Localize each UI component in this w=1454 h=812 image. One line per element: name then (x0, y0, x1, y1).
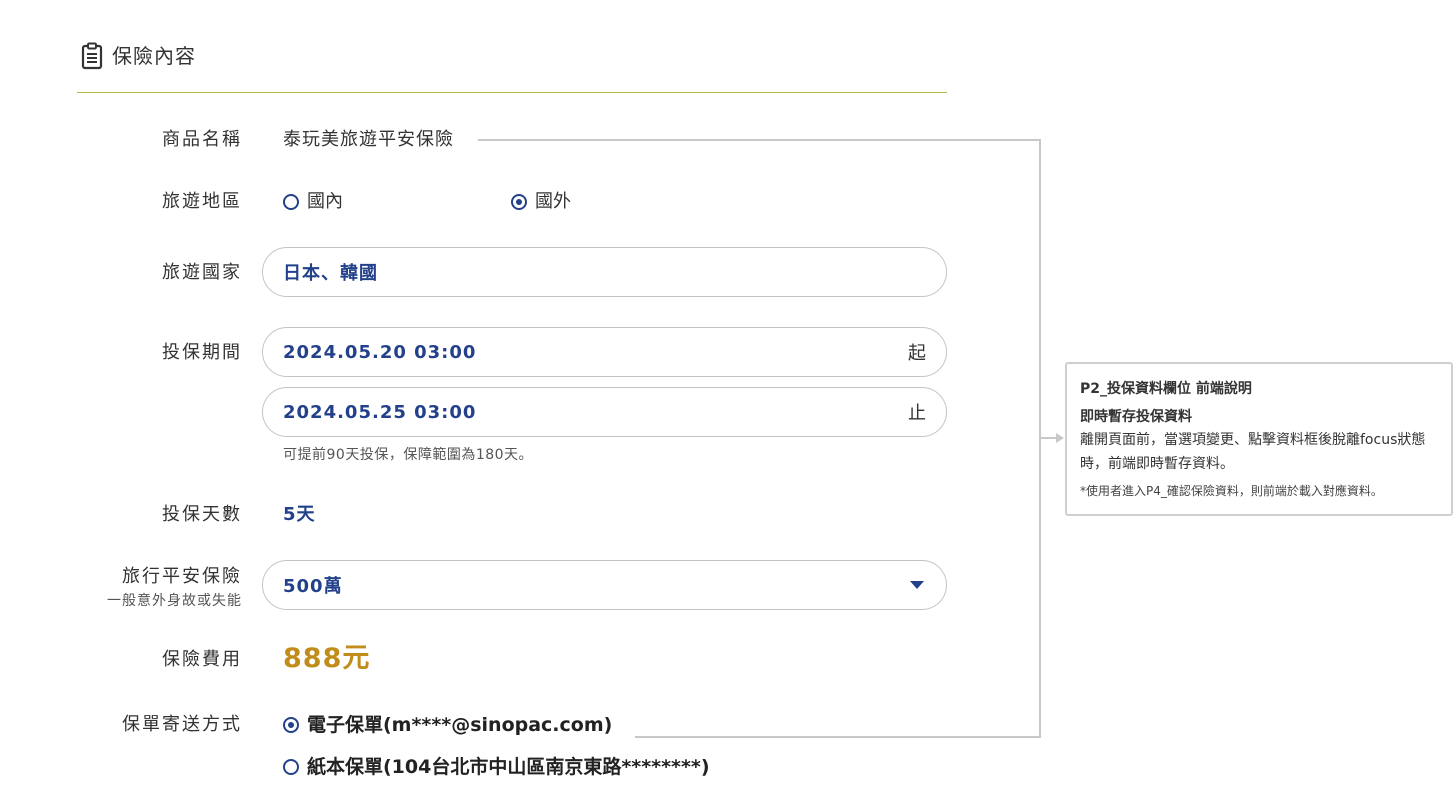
annotation-footnote: *使用者進入P4_確認保險資料，則前端於載入對應資料。 (1080, 484, 1383, 498)
annotation-note: P2_投保資料欄位 前端說明 即時暫存投保資料 離開頁面前，當選項變更、點擊資料… (1065, 362, 1453, 516)
annotation-body: 離開頁面前，當選項變更、點擊資料框後脫離focus狀態時，前端即時暫存資料。 (1080, 432, 1426, 472)
annotation-subtitle: 即時暫存投保資料 (1080, 409, 1192, 425)
annotation-title: P2_投保資料欄位 前端說明 (1080, 381, 1252, 397)
